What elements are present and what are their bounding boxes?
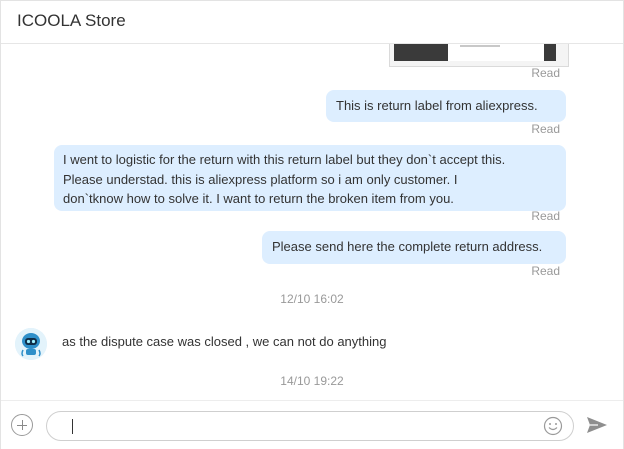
read-receipt: Read xyxy=(531,264,560,278)
read-receipt: Read xyxy=(531,66,560,80)
message-bubble-outgoing: Please send here the complete return add… xyxy=(262,231,566,264)
image-attachment[interactable] xyxy=(389,44,569,67)
read-receipt: Read xyxy=(531,209,560,223)
add-attachment-button[interactable] xyxy=(11,414,33,436)
image-text-line xyxy=(460,45,500,47)
message-text-line: I went to logistic for the return with t… xyxy=(63,152,506,167)
image-dark-right xyxy=(544,44,556,61)
message-timestamp: 14/10 19:22 xyxy=(280,374,344,388)
message-bubble-outgoing: I went to logistic for the return with t… xyxy=(54,145,566,211)
text-caret xyxy=(72,419,73,434)
message-composer xyxy=(1,400,623,449)
message-bubble-outgoing: This is return label from aliexpress. xyxy=(326,90,566,122)
emoji-button[interactable] xyxy=(543,416,563,436)
message-text: Please send here the complete return add… xyxy=(272,239,543,254)
chat-header: ICOOLA Store xyxy=(1,1,623,44)
chat-window: ICOOLA Store Read This is return label f… xyxy=(0,0,624,449)
message-text: This is return label from aliexpress. xyxy=(336,98,538,113)
message-text-line: don`tknow how to solve it. I want to ret… xyxy=(63,191,454,206)
message-list[interactable]: Read This is return label from aliexpres… xyxy=(1,44,623,400)
image-dark-left xyxy=(394,44,448,61)
send-button[interactable] xyxy=(586,415,608,435)
message-input[interactable] xyxy=(67,416,531,438)
message-incoming: as the dispute case was closed , we can … xyxy=(62,334,387,349)
smiley-icon xyxy=(543,416,563,436)
send-icon xyxy=(587,417,607,433)
store-avatar[interactable] xyxy=(15,328,47,360)
chat-title: ICOOLA Store xyxy=(17,11,126,30)
message-text-line: Please understad. this is aliexpress pla… xyxy=(63,171,458,187)
read-receipt: Read xyxy=(531,122,560,136)
message-timestamp: 12/10 16:02 xyxy=(280,292,344,306)
robot-avatar-icon xyxy=(15,328,47,360)
message-input-box[interactable] xyxy=(46,411,574,441)
